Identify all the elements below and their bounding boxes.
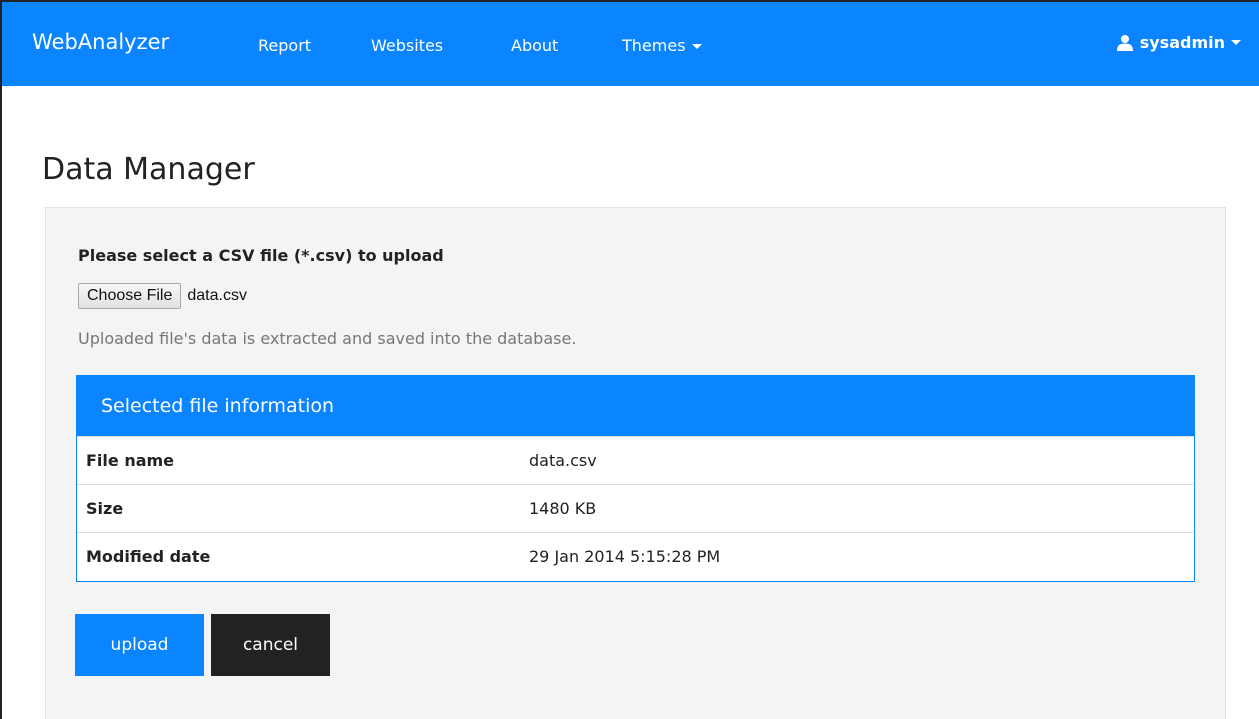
nav-themes-label: Themes: [622, 36, 686, 55]
user-menu-dropdown[interactable]: sysadmin: [1116, 33, 1241, 52]
upload-well: Please select a CSV file (*.csv) to uplo…: [45, 207, 1226, 719]
modified-date-label: Modified date: [86, 547, 211, 566]
brand-logo[interactable]: WebAnalyzer: [32, 30, 169, 54]
upload-help-text: Uploaded file's data is extracted and sa…: [78, 329, 577, 348]
nav-report[interactable]: Report: [258, 36, 311, 55]
upload-label: Please select a CSV file (*.csv) to uplo…: [78, 246, 444, 265]
file-input: Choose File data.csv: [78, 283, 247, 309]
upload-button[interactable]: upload: [75, 614, 204, 676]
table-row: File name data.csv: [77, 436, 1194, 484]
page-title: Data Manager: [42, 152, 255, 187]
browser-viewport: WebAnalyzer Report Websites About Themes…: [0, 0, 1259, 719]
file-name-value: data.csv: [529, 451, 597, 470]
file-info-panel: Selected file information File name data…: [76, 375, 1195, 582]
chevron-down-icon: [1231, 40, 1241, 45]
chevron-down-icon: [691, 44, 702, 49]
nav-websites[interactable]: Websites: [371, 36, 443, 55]
user-name: sysadmin: [1139, 33, 1225, 52]
table-row: Size 1480 KB: [77, 484, 1194, 532]
size-value: 1480 KB: [529, 499, 597, 518]
file-name-label: File name: [86, 451, 175, 470]
table-row: Modified date 29 Jan 2014 5:15:28 PM: [77, 532, 1194, 580]
nav-themes-dropdown[interactable]: Themes: [622, 36, 702, 55]
user-icon: [1116, 34, 1133, 51]
top-navbar: WebAnalyzer Report Websites About Themes…: [2, 2, 1259, 86]
nav-about[interactable]: About: [511, 36, 558, 55]
file-info-heading: Selected file information: [77, 376, 1194, 436]
cancel-button[interactable]: cancel: [211, 614, 330, 676]
size-label: Size: [86, 499, 124, 518]
modified-date-value: 29 Jan 2014 5:15:28 PM: [529, 547, 721, 566]
choose-file-button[interactable]: Choose File: [78, 283, 182, 309]
chosen-file-name: data.csv: [187, 287, 247, 304]
